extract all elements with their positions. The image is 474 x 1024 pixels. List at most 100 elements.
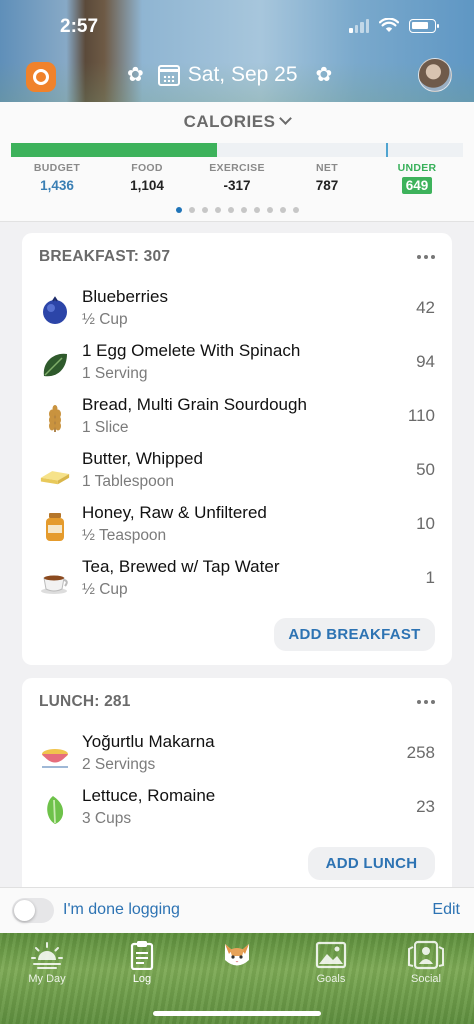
page-dot[interactable] (201, 207, 208, 213)
date-nav: ✿ Sat, Sep 25 ✿ (0, 58, 474, 98)
people-icon (396, 939, 456, 971)
calorie-stats: BUDGET 1,436 FOOD 1,104 EXERCISE -317 NE… (0, 162, 474, 202)
page-dot[interactable] (214, 207, 221, 213)
food-calories: 1 (425, 568, 435, 587)
stat-exercise-label: EXERCISE (209, 162, 265, 174)
page-dot[interactable] (240, 207, 247, 213)
battery-icon (409, 18, 439, 33)
add-lunch-button[interactable]: ADD LUNCH (308, 847, 435, 880)
page-dot[interactable] (279, 207, 286, 213)
lunch-title: LUNCH: 281 (39, 693, 131, 710)
stat-net: NET 787 (282, 162, 372, 193)
done-logging-bar: I'm done logging Edit (0, 887, 474, 933)
stat-budget-value: 1,436 (40, 178, 74, 193)
food-calories: 94 (416, 352, 435, 371)
tab-social[interactable]: Social (396, 939, 456, 985)
food-serving: ½ Teaspoon (82, 527, 167, 544)
food-serving: 1 Tablespoon (82, 473, 174, 490)
sunrise-icon (17, 939, 77, 971)
tab-label: My Day (28, 973, 66, 985)
food-name: Yoğurtlu Makarna (82, 732, 215, 751)
stat-food-value: 1,104 (130, 178, 164, 193)
wifi-icon (379, 18, 399, 32)
food-name: Blueberries (82, 287, 168, 306)
calories-title: CALORIES (183, 112, 276, 131)
status-icons (349, 18, 439, 33)
next-day-paw-icon[interactable]: ✿ (316, 65, 333, 85)
food-item-bread[interactable]: Bread, Multi Grain Sourdough 1 Slice 110 (22, 393, 452, 447)
tab-my-day[interactable]: My Day (17, 939, 77, 985)
page-dot[interactable] (175, 207, 182, 213)
page-dot[interactable] (188, 207, 195, 213)
food-serving: ½ Cup (82, 581, 128, 598)
add-breakfast-button[interactable]: ADD BREAKFAST (274, 618, 435, 651)
stat-under-value: 649 (401, 177, 433, 194)
current-date[interactable]: Sat, Sep 25 (188, 63, 298, 87)
page-dot[interactable] (266, 207, 273, 213)
stat-net-label: NET (316, 162, 338, 174)
profile-avatar[interactable] (418, 58, 452, 92)
mountain-image-icon (301, 939, 361, 971)
butter-icon (39, 457, 71, 489)
spinach-icon (39, 349, 71, 381)
tab-goals[interactable]: Goals (301, 939, 361, 985)
blueberry-icon (39, 295, 71, 327)
stat-exercise-value: -317 (223, 178, 251, 193)
food-calories: 42 (416, 298, 435, 317)
stat-under-label: UNDER (397, 162, 437, 174)
lunch-card: LUNCH: 281 Yoğurtlu Makarna 2 Servings 2… (22, 678, 452, 900)
food-item-tea[interactable]: Tea, Brewed w/ Tap Water ½ Cup 1 (22, 555, 452, 609)
status-time: 2:57 (60, 16, 99, 37)
tab-log[interactable]: Log (112, 939, 172, 985)
food-name: Butter, Whipped (82, 449, 203, 468)
food-name: Lettuce, Romaine (82, 786, 216, 805)
food-item-lettuce[interactable]: Lettuce, Romaine 3 Cups 23 (22, 784, 452, 838)
wheat-icon (39, 403, 71, 435)
calorie-progress-fill (11, 143, 217, 157)
food-item-butter[interactable]: Butter, Whipped 1 Tablespoon 50 (22, 447, 452, 501)
home-indicator (153, 1011, 321, 1016)
page-dot[interactable] (227, 207, 234, 213)
cat-mascot-icon (207, 939, 267, 971)
stat-food: FOOD 1,104 (102, 162, 192, 193)
tab-label: Log (132, 973, 152, 985)
food-name: Tea, Brewed w/ Tap Water (82, 557, 280, 576)
calories-dropdown[interactable]: CALORIES (0, 112, 474, 132)
calorie-progress-bar (11, 143, 463, 157)
cellular-signal-icon (349, 18, 369, 33)
breakfast-more-icon[interactable] (417, 255, 435, 259)
food-name: Honey, Raw & Unfiltered (82, 503, 267, 522)
food-serving: 3 Cups (82, 810, 132, 827)
previous-day-paw-icon[interactable]: ✿ (127, 65, 144, 85)
page-dot[interactable] (253, 207, 260, 213)
page-indicator[interactable] (0, 207, 474, 213)
budget-marker (386, 143, 388, 157)
food-item-omelete[interactable]: 1 Egg Omelete With Spinach 1 Serving 94 (22, 339, 452, 393)
food-item-blueberries[interactable]: Blueberries ½ Cup 42 (22, 285, 452, 339)
done-logging-toggle[interactable] (12, 898, 54, 923)
stat-exercise: EXERCISE -317 (192, 162, 282, 193)
page-dot[interactable] (292, 207, 299, 213)
breakfast-card: BREAKFAST: 307 Blueberries ½ Cup 42 1 Eg… (22, 233, 452, 665)
food-item-makarna[interactable]: Yoğurtlu Makarna 2 Servings 258 (22, 730, 452, 784)
food-serving: 1 Serving (82, 365, 148, 382)
app-logo-icon[interactable] (26, 62, 56, 92)
tab-label: Goals (316, 973, 346, 985)
food-calories: 258 (406, 743, 435, 762)
breakfast-title: BREAKFAST: 307 (39, 248, 171, 265)
calendar-icon[interactable] (157, 64, 180, 86)
food-name: 1 Egg Omelete With Spinach (82, 341, 301, 360)
food-calories: 23 (416, 797, 435, 816)
lettuce-icon (39, 794, 71, 826)
stat-under: UNDER 649 (372, 162, 462, 195)
clipboard-icon (112, 939, 172, 971)
done-logging-label[interactable]: I'm done logging (63, 901, 180, 919)
tab-mascot[interactable] (207, 939, 267, 973)
food-serving: ½ Cup (82, 311, 128, 328)
edit-link[interactable]: Edit (432, 901, 460, 919)
lunch-more-icon[interactable] (417, 700, 435, 704)
stat-food-label: FOOD (131, 162, 163, 174)
date-selector: ✿ Sat, Sep 25 ✿ (127, 63, 332, 87)
honey-jar-icon (39, 511, 71, 543)
food-item-honey[interactable]: Honey, Raw & Unfiltered ½ Teaspoon 10 (22, 501, 452, 555)
